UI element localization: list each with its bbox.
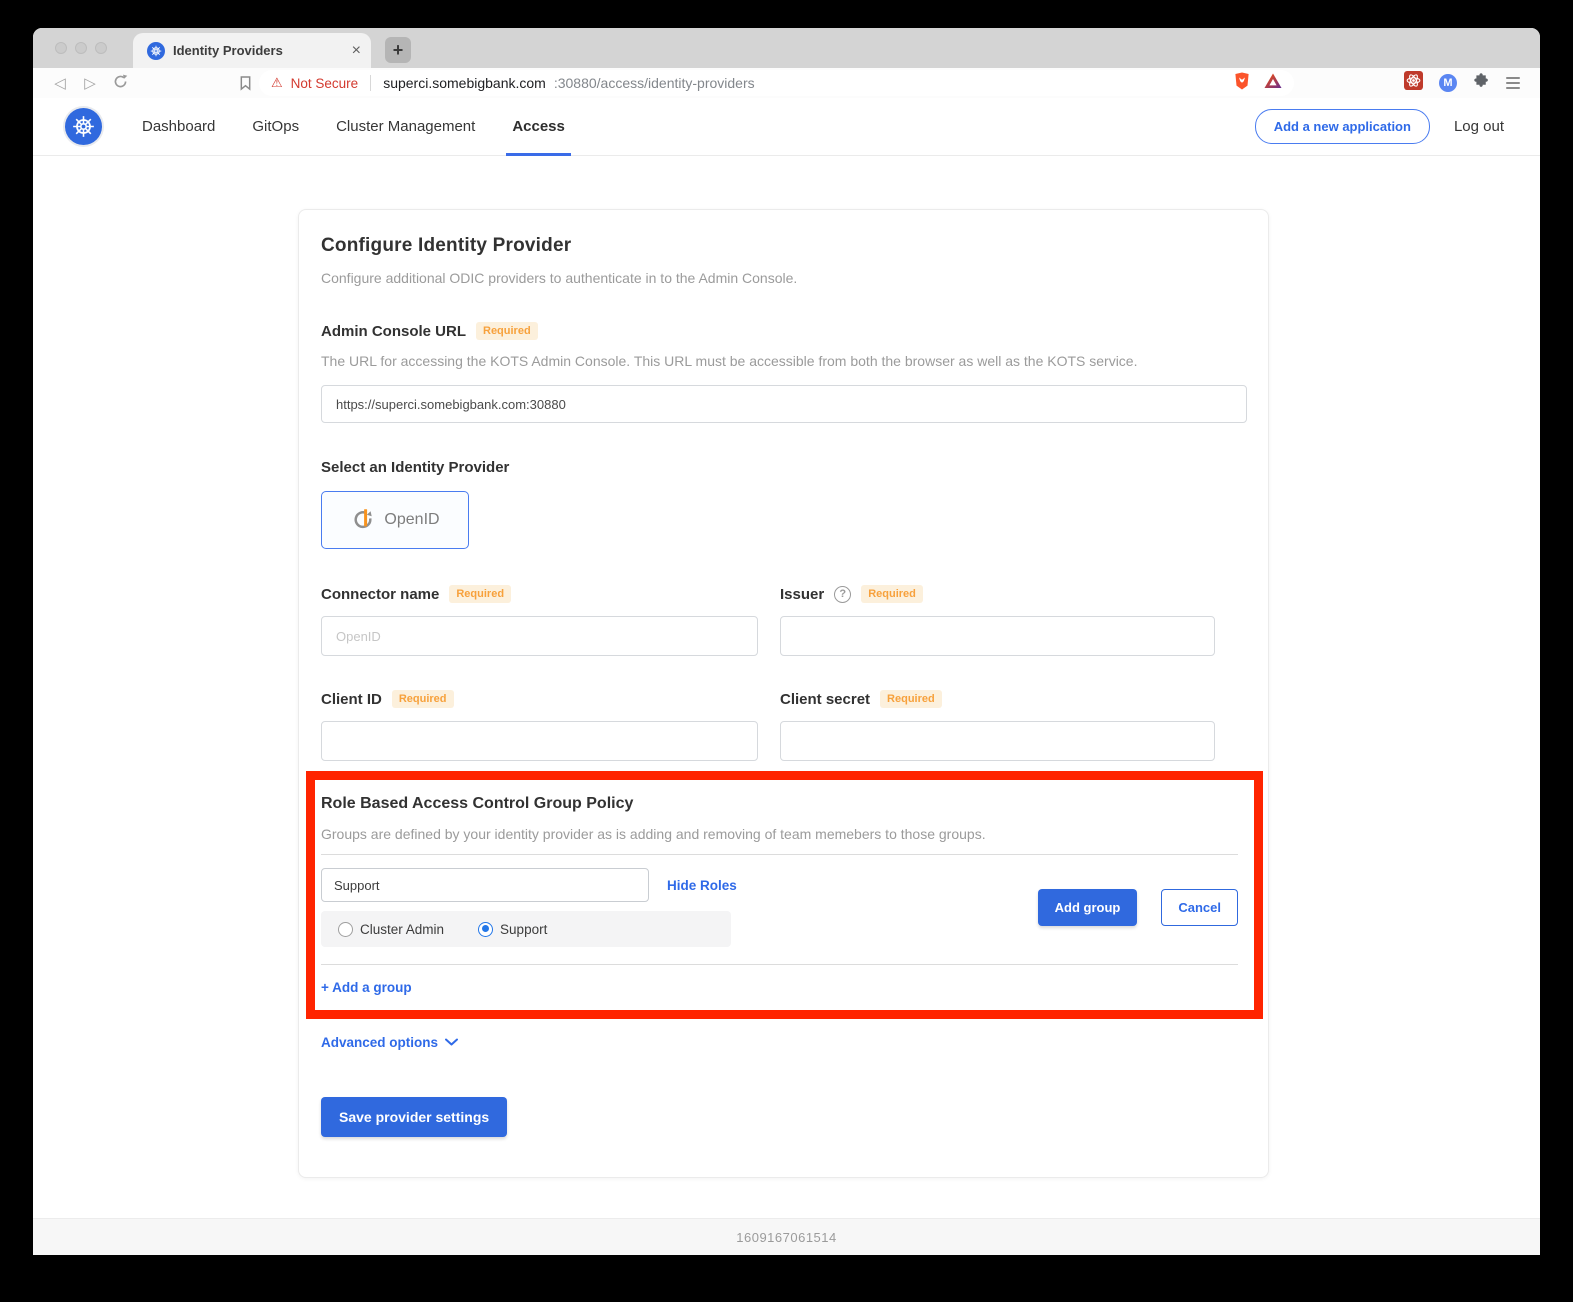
browser-window: Identity Providers × + ◁ ▷ ⚠ Not Secure … [33,28,1540,1255]
divider [321,854,1238,855]
menu-hamburger-icon[interactable] [1506,77,1520,89]
connector-name-input[interactable] [321,616,758,656]
required-badge: Required [392,690,454,708]
back-icon[interactable]: ◁ [45,74,75,92]
select-identity-provider-label: Select an Identity Provider [321,459,1247,476]
window-controls [55,42,107,54]
cancel-button[interactable]: Cancel [1161,889,1238,926]
extensions-puzzle-icon[interactable] [1473,72,1490,94]
minimize-window-button[interactable] [75,42,87,54]
page-title: Configure Identity Provider [321,235,1247,257]
advanced-options-toggle[interactable]: Advanced options [321,1033,1247,1051]
brave-shield-icon[interactable] [1234,72,1250,95]
bat-rewards-icon[interactable] [1264,73,1282,94]
close-tab-icon[interactable]: × [352,43,361,59]
main-content: Configure Identity Provider Configure ad… [33,156,1540,1218]
app-navbar: Dashboard GitOps Cluster Management Acce… [33,98,1540,156]
bookmark-icon[interactable] [231,75,259,91]
required-badge: Required [449,585,511,603]
rbac-section-description: Groups are defined by your identity prov… [321,826,1238,842]
openid-logo-icon [350,506,376,535]
role-label: Cluster Admin [360,922,444,937]
tab-strip: Identity Providers × + [33,28,1540,68]
configure-identity-provider-card: Configure Identity Provider Configure ad… [298,209,1269,1178]
tab-title: Identity Providers [173,43,344,58]
radio-unselected-icon [338,922,353,937]
connector-name-label: Connector name [321,586,439,603]
add-a-group-link[interactable]: + Add a group [321,980,412,995]
advanced-options-label: Advanced options [321,1035,438,1050]
hide-roles-link[interactable]: Hide Roles [667,878,737,893]
warning-triangle-icon: ⚠ [271,75,283,91]
address-bar[interactable]: ⚠ Not Secure superci.somebigbank.com :308… [259,70,1294,96]
role-radio-support[interactable]: Support [478,922,547,937]
client-id-label: Client ID [321,691,382,708]
url-path: :30880/access/identity-providers [554,75,755,91]
issuer-input[interactable] [780,616,1215,656]
required-badge: Required [880,690,942,708]
divider [321,964,1238,965]
nav-item-access[interactable]: Access [510,98,567,156]
role-radio-cluster-admin[interactable]: Cluster Admin [338,922,444,937]
issuer-label: Issuer [780,586,824,603]
rbac-section-title: Role Based Access Control Group Policy [321,795,1238,813]
admin-console-url-label: Admin Console URL [321,323,466,340]
add-new-application-button[interactable]: Add a new application [1255,109,1430,144]
openid-provider-button[interactable]: OpenID [321,491,469,549]
forward-icon[interactable]: ▷ [75,74,105,92]
admin-console-url-input[interactable] [321,385,1247,423]
group-actions: Add group Cancel [1038,889,1238,926]
add-group-button[interactable]: Add group [1038,889,1138,926]
required-badge: Required [861,585,923,603]
issuer-help-icon[interactable]: ? [834,586,851,603]
url-host: superci.somebigbank.com [383,75,546,91]
kubernetes-favicon-icon [147,42,165,60]
save-provider-settings-button[interactable]: Save provider settings [321,1097,507,1137]
annotation-highlight-box: Role Based Access Control Group Policy G… [306,771,1263,1019]
browser-toolbar: ◁ ▷ ⚠ Not Secure superci.somebigbank.com… [33,68,1540,98]
openid-option-label: OpenID [384,511,439,529]
new-tab-button[interactable]: + [385,37,411,63]
extension-atom-icon[interactable] [1404,71,1423,95]
chevron-down-icon [445,1033,458,1051]
nav-item-gitops[interactable]: GitOps [250,98,301,156]
roles-radio-group: Cluster Admin Support [321,911,731,947]
page-subtitle: Configure additional ODIC providers to a… [321,270,1247,286]
extension-m-avatar[interactable]: M [1439,74,1457,92]
admin-console-url-description: The URL for accessing the KOTS Admin Con… [321,353,1247,369]
maximize-window-button[interactable] [95,42,107,54]
nav-item-cluster-management[interactable]: Cluster Management [334,98,477,156]
browser-tab[interactable]: Identity Providers × [133,33,371,68]
extension-icons: M [1404,71,1528,95]
client-id-input[interactable] [321,721,758,761]
nav-item-dashboard[interactable]: Dashboard [140,98,217,156]
not-secure-label[interactable]: Not Secure [291,76,359,91]
group-name-input[interactable] [321,868,649,902]
required-badge: Required [476,322,538,340]
client-secret-label: Client secret [780,691,870,708]
logout-link[interactable]: Log out [1454,118,1504,135]
role-label: Support [500,922,547,937]
url-divider [370,75,371,91]
reload-icon[interactable] [105,74,135,93]
client-secret-input[interactable] [780,721,1215,761]
footer-timestamp: 1609167061514 [33,1218,1540,1255]
kubernetes-logo-icon[interactable] [65,108,102,145]
close-window-button[interactable] [55,42,67,54]
radio-selected-icon [478,922,493,937]
group-editor-row: Hide Roles Cluster Admin Support [321,868,1238,947]
